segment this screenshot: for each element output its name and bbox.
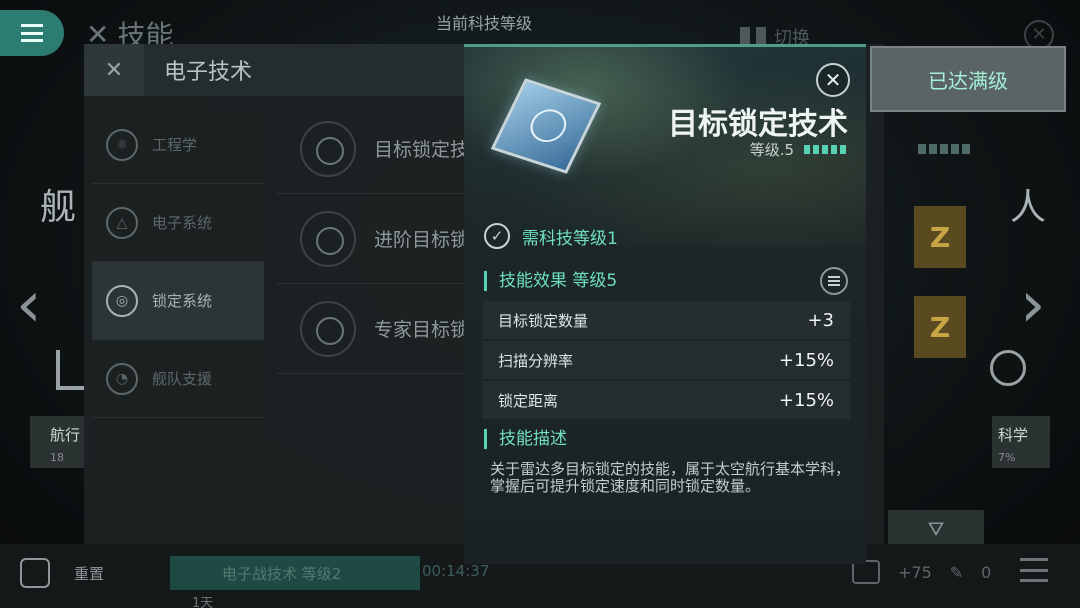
resource-indicators: +75 ✎ 0 (852, 560, 991, 584)
level-indicator (918, 144, 970, 154)
chevron-left-icon[interactable]: ‹ (16, 268, 42, 342)
planet-icon (990, 350, 1026, 386)
z-badge-icon[interactable]: Z (914, 296, 966, 358)
requirement-row: ✓ 需科技等级1 (484, 223, 618, 249)
day-label: 1天 (192, 596, 214, 608)
effect-row: 扫描分辨率 +15% (482, 341, 850, 379)
skill-item[interactable]: 专家目标锁 (276, 284, 476, 374)
filter-icon: ⛛ (927, 517, 945, 541)
effects-heading: 技能效果 等级5 (484, 271, 617, 291)
check-icon: ✓ (484, 223, 510, 249)
description-heading: 技能描述 (484, 429, 567, 449)
hamburger-icon (21, 24, 43, 42)
triangle-icon: △ (106, 206, 138, 239)
satellite-icon: ◔ (106, 362, 138, 395)
ship-category-title: 舰 (40, 187, 77, 228)
sidebar-item-fleet-support[interactable]: ◔ 舰队支援 (92, 340, 264, 418)
skill-detail-modal: ✕ 目标锁定技术 等级.5 ✓ 需科技等级1 技能效果 等级5 目标锁定数量 +… (464, 44, 866, 564)
panel-title: 电子技术 (164, 60, 253, 85)
target-icon: ◎ (106, 284, 138, 317)
skill-description: 关于雷达多目标锁定的技能，属于太空航行基本学科，掌握后可提升锁定速度和同时锁定数… (490, 460, 851, 495)
category-card-science[interactable]: 科学 7% (992, 416, 1050, 468)
effect-row: 目标锁定数量 +3 (482, 301, 850, 339)
skill-level: 等级.5 (750, 139, 846, 160)
sidebar-item-electronic-systems[interactable]: △ 电子系统 (92, 184, 264, 262)
skill-list: 目标锁定技 进阶目标锁 专家目标锁 (276, 104, 476, 374)
target-icon (300, 300, 356, 357)
person-category-title: 人 (1010, 187, 1047, 228)
training-progress[interactable]: 电子战技术 等级2 (170, 556, 420, 590)
reset-button[interactable]: 重置 (20, 558, 104, 588)
filter-button[interactable]: ⛛ (888, 510, 984, 548)
max-level-button[interactable]: 已达满级 (870, 46, 1066, 112)
skill-item[interactable]: 进阶目标锁 (276, 194, 476, 284)
main-menu-button[interactable] (0, 10, 64, 56)
sidebar-item-engineering[interactable]: ⚛ 工程学 (92, 106, 264, 184)
category-sidebar: ⚛ 工程学 △ 电子系统 ◎ 锁定系统 ◔ 舰队支援 (92, 106, 264, 556)
level-dots (804, 145, 846, 154)
atom-icon: ⚛ (106, 128, 138, 161)
category-card-navigation[interactable]: 航行 18 (30, 416, 90, 468)
skill-title: 目标锁定技术 (668, 107, 848, 142)
item-icon: ✎ (949, 562, 964, 582)
omega-value: +75 (898, 562, 932, 582)
panel-header: ✕ 电子技术 (84, 44, 484, 96)
reset-icon (20, 558, 50, 588)
dna-icon: ✕ (84, 44, 144, 96)
effect-row: 锁定距离 +15% (482, 381, 850, 419)
effects-table: 目标锁定数量 +3 扫描分辨率 +15% 锁定距离 +15% (482, 301, 850, 421)
close-icon[interactable]: ✕ (816, 63, 850, 97)
skill-item[interactable]: 目标锁定技 (276, 104, 476, 194)
item-value: 0 (981, 562, 992, 582)
ship-icon (56, 350, 86, 390)
sidebar-item-lock-systems[interactable]: ◎ 锁定系统 (92, 262, 264, 340)
training-timer: 00:14:37 (422, 562, 490, 580)
target-icon (300, 210, 356, 267)
tech-level-label: 当前科技等级 (436, 14, 533, 33)
target-icon (300, 120, 356, 177)
list-icon[interactable] (820, 267, 848, 295)
z-badge-icon[interactable]: Z (914, 206, 966, 268)
chevron-right-icon[interactable]: › (1020, 268, 1046, 342)
menu-icon[interactable] (1020, 558, 1048, 582)
